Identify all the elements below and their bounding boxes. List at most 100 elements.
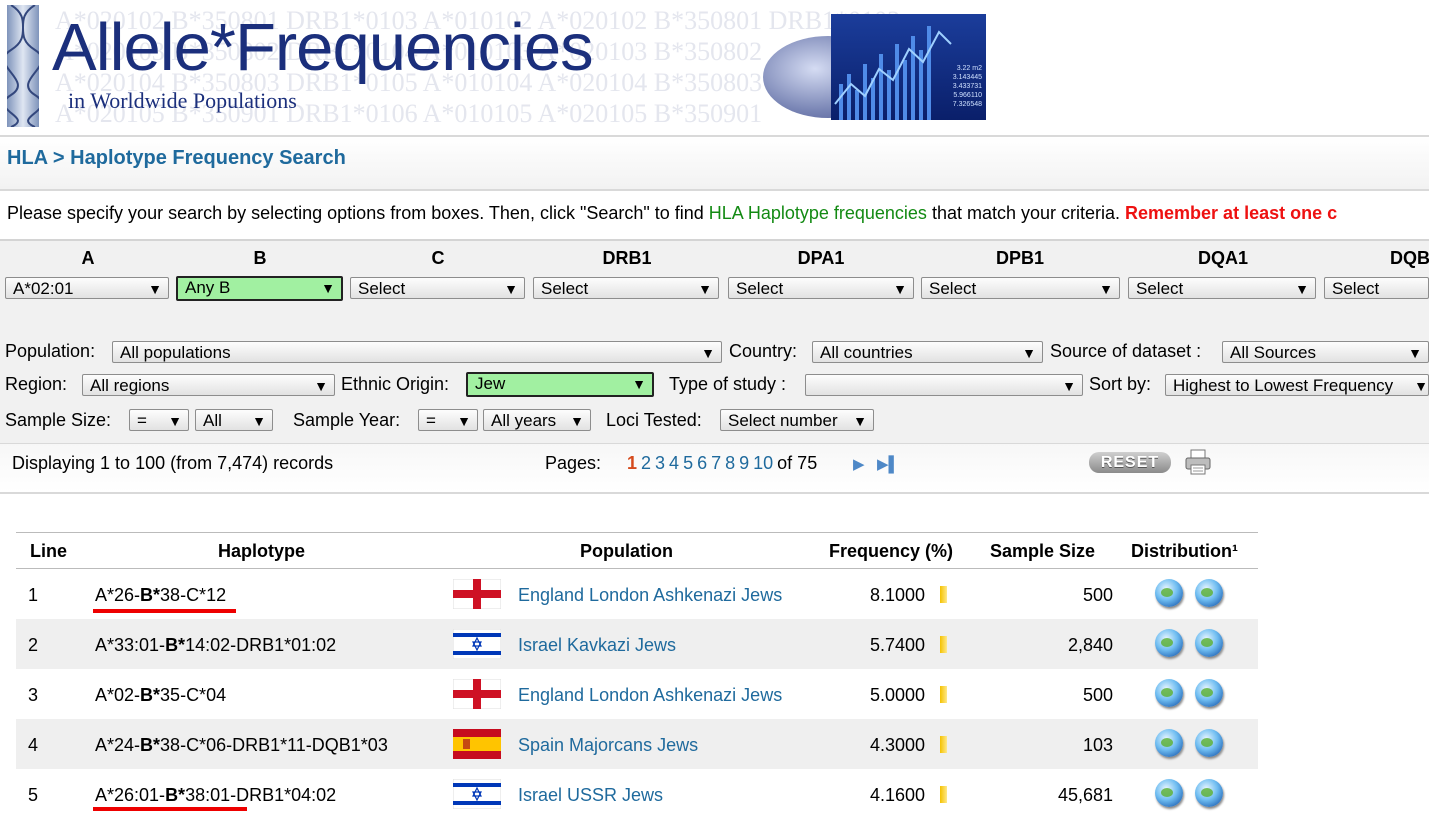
locus-b-select[interactable]: Any B ▼	[176, 276, 343, 301]
source-select[interactable]: All Sources ▼	[1222, 341, 1429, 363]
page-link-8[interactable]: 8	[725, 453, 735, 473]
frequency-bar	[940, 686, 947, 703]
instructions-text: Please specify your search by selecting …	[7, 203, 1338, 223]
locus-c-select[interactable]: Select ▼	[350, 277, 525, 299]
row-line-number: 5	[28, 785, 39, 805]
row-haplotype[interactable]: A*26:01-B*38:01-DRB1*04:02	[95, 785, 336, 806]
row-line-number: 1	[28, 585, 39, 605]
frequency-bar	[940, 636, 947, 653]
header-population: Population	[580, 541, 673, 561]
table-row: 3 A*02-B*35-C*04 England London Ashkenaz…	[16, 669, 1258, 719]
locus-header-dpa1: DPA1	[797, 248, 845, 268]
population-label: Population:	[5, 341, 96, 361]
locus-dqb-select[interactable]: Select	[1324, 277, 1429, 299]
locus-header-drb1: DRB1	[602, 248, 652, 268]
population-link[interactable]: Israel Kavkazi Jews	[518, 635, 676, 656]
row-haplotype[interactable]: A*26-B*38-C*12	[95, 585, 226, 606]
population-link[interactable]: Israel USSR Jews	[518, 785, 663, 806]
locus-dqa1-select[interactable]: Select ▼	[1128, 277, 1316, 299]
last-page-icon[interactable]: ▶▌	[877, 455, 899, 473]
country-label: Country:	[729, 341, 798, 361]
locus-header-c: C	[431, 248, 445, 268]
divider	[0, 189, 1429, 191]
population-link[interactable]: Spain Majorcans Jews	[518, 735, 698, 756]
distribution-globe-icon[interactable]	[1155, 729, 1183, 757]
page-link-4[interactable]: 4	[669, 453, 679, 473]
locus-a-select[interactable]: A*02:01 ▼	[5, 277, 169, 299]
page-link-5[interactable]: 5	[683, 453, 693, 473]
sort-by-select[interactable]: Highest to Lowest Frequency ▼	[1165, 374, 1429, 396]
row-haplotype[interactable]: A*33:01-B*14:02-DRB1*01:02	[95, 635, 336, 656]
distribution-globe-icon[interactable]	[1195, 629, 1223, 657]
distribution-globe-icon[interactable]	[1155, 779, 1183, 807]
stock-chart-image: 3.22 m2 3.143445 3.433731 5.966110 7.326…	[831, 14, 986, 120]
locus-header-dpb1: DPB1	[995, 248, 1044, 268]
distribution-globe-icon[interactable]	[1195, 579, 1223, 607]
locus-header-dqa1: DQA1	[1197, 248, 1248, 268]
page-link-9[interactable]: 9	[739, 453, 749, 473]
locus-header-b: B	[253, 248, 267, 268]
site-subtitle: in Worldwide Populations	[68, 88, 297, 113]
loci-tested-select[interactable]: Select number ▼	[720, 409, 874, 431]
locus-drb1-select[interactable]: Select ▼	[533, 277, 719, 299]
locus-header-a: A	[81, 248, 95, 268]
row-sample-size: 500	[1082, 685, 1113, 705]
dna-strip-image	[7, 5, 39, 127]
distribution-globe-icon[interactable]	[1155, 679, 1183, 707]
haplotype-frequencies-link[interactable]: HLA Haplotype frequencies	[709, 203, 927, 223]
region-select[interactable]: All regions ▼	[82, 374, 335, 396]
header-sample-size: Sample Size	[990, 541, 1096, 561]
sample-size-operator-select[interactable]: = ▼	[129, 409, 189, 431]
sample-size-select[interactable]: All ▼	[195, 409, 273, 431]
distribution-globe-icon[interactable]	[1155, 629, 1183, 657]
divider	[0, 492, 1429, 494]
england-flag-icon	[452, 678, 502, 710]
stock-figures: 3.22 m2 3.143445 3.433731 5.966110 7.326…	[952, 65, 982, 108]
table-row: 4 A*24-B*38-C*06-DRB1*11-DQB1*03 Spain M…	[16, 719, 1258, 769]
header-distribution: Distribution¹	[1131, 541, 1238, 561]
next-page-icon[interactable]: ▶	[853, 455, 865, 473]
spain-flag-icon	[453, 729, 501, 759]
source-label: Source of dataset :	[1050, 341, 1202, 361]
row-haplotype[interactable]: A*24-B*38-C*06-DRB1*11-DQB1*03	[95, 735, 388, 756]
england-flag-icon	[452, 578, 502, 610]
distribution-globe-icon[interactable]	[1195, 729, 1223, 757]
locus-dpa1-select[interactable]: Select ▼	[728, 277, 914, 299]
distribution-globe-icon[interactable]	[1195, 679, 1223, 707]
population-link[interactable]: England London Ashkenazi Jews	[518, 685, 782, 706]
loci-tested-label: Loci Tested:	[606, 410, 702, 430]
annotation-underline	[93, 609, 236, 613]
row-frequency: 5.7400	[870, 635, 926, 655]
sample-year-operator-select[interactable]: = ▼	[418, 409, 478, 431]
study-type-select[interactable]: ▼	[805, 374, 1083, 396]
page-link-6[interactable]: 6	[697, 453, 707, 473]
row-line-number: 3	[28, 685, 39, 705]
distribution-globe-icon[interactable]	[1195, 779, 1223, 807]
table-row: 1 A*26-B*38-C*12 England London Ashkenaz…	[16, 569, 1258, 619]
page-total: of 75	[777, 453, 818, 473]
print-icon[interactable]	[1184, 448, 1212, 476]
study-type-label: Type of study :	[669, 374, 787, 394]
sample-year-select[interactable]: All years ▼	[483, 409, 591, 431]
country-select[interactable]: All countries ▼	[812, 341, 1043, 363]
row-sample-size: 500	[1082, 585, 1113, 605]
row-line-number: 4	[28, 735, 39, 755]
locus-dpb1-select[interactable]: Select ▼	[921, 277, 1120, 299]
population-link[interactable]: England London Ashkenazi Jews	[518, 585, 782, 606]
breadcrumb[interactable]: HLA > Haplotype Frequency Search	[7, 147, 346, 170]
ethnic-origin-label: Ethnic Origin:	[341, 374, 450, 394]
page-link-10[interactable]: 10	[753, 453, 773, 473]
sample-size-label: Sample Size:	[5, 410, 112, 430]
reset-button[interactable]: RESET	[1089, 452, 1171, 473]
row-frequency: 4.3000	[870, 735, 926, 755]
warning-text: Remember at least one c	[1125, 203, 1338, 223]
population-select[interactable]: All populations ▼	[112, 341, 722, 363]
distribution-globe-icon[interactable]	[1155, 579, 1183, 607]
page-link-2[interactable]: 2	[641, 453, 651, 473]
page-link-3[interactable]: 3	[655, 453, 665, 473]
ethnic-origin-select[interactable]: Jew ▼	[466, 372, 654, 397]
row-haplotype[interactable]: A*02-B*35-C*04	[95, 685, 226, 706]
row-sample-size: 2,840	[1067, 635, 1113, 655]
row-sample-size: 45,681	[1057, 785, 1113, 805]
page-link-7[interactable]: 7	[711, 453, 721, 473]
